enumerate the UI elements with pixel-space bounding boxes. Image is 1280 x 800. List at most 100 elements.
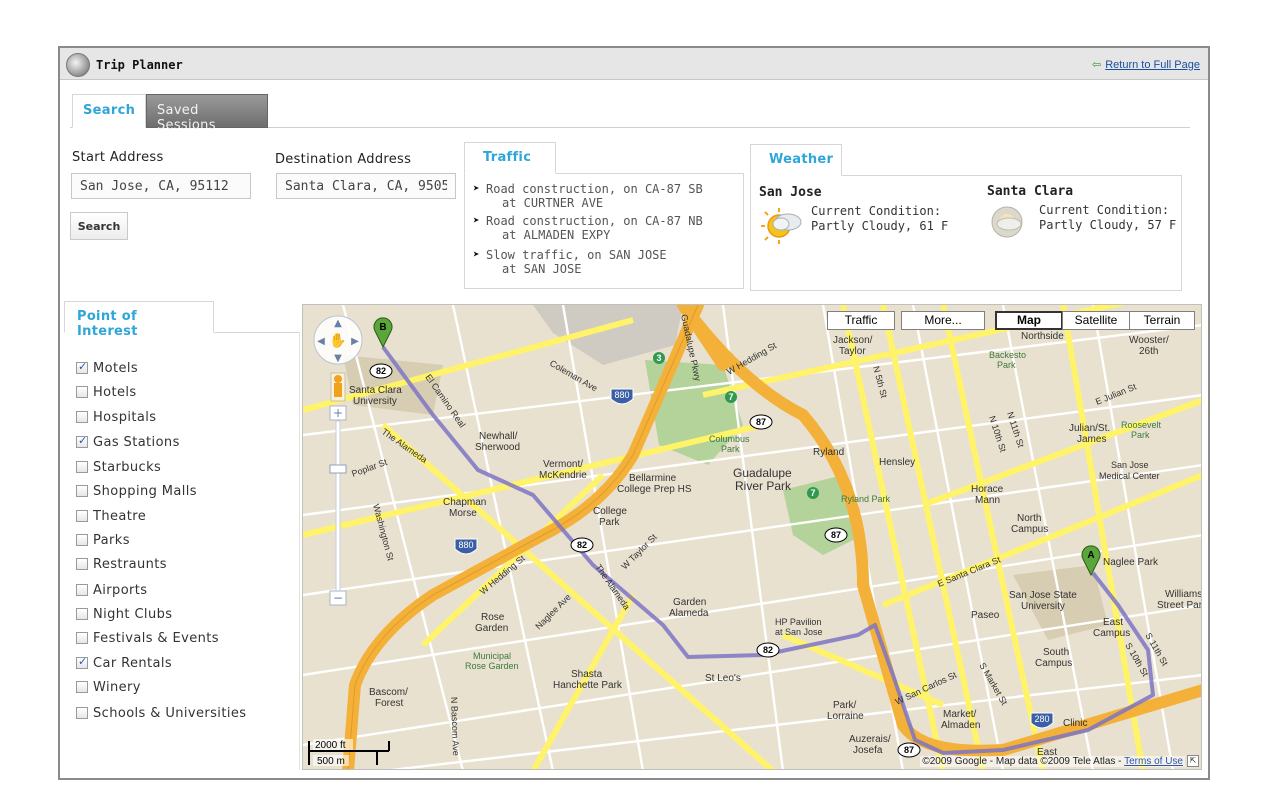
map-traffic-button[interactable]: Traffic	[827, 311, 895, 330]
checkbox[interactable]	[76, 681, 88, 693]
bullet-arrow-icon: ➤	[473, 248, 480, 261]
svg-text:Rose: Rose	[481, 612, 505, 623]
svg-text:College: College	[593, 506, 627, 517]
pan-left-icon: ◀	[317, 336, 325, 347]
map-canvas[interactable]: 880 880 280 82 82 82 87 87 87 7 7 3 Sant…	[303, 305, 1202, 770]
partly-cloudy-icon	[761, 208, 802, 244]
checkbox[interactable]	[76, 461, 88, 473]
svg-text:87: 87	[831, 530, 841, 540]
svg-text:Vermont/: Vermont/	[543, 459, 583, 470]
svg-text:Morse: Morse	[449, 508, 477, 519]
map-view[interactable]: 880 880 280 82 82 82 87 87 87 7 7 3 Sant…	[302, 304, 1202, 770]
pan-down-icon: ▼	[334, 353, 342, 364]
poi-item-gas-stations[interactable]: Gas Stations	[76, 433, 180, 451]
svg-text:McKendrie: McKendrie	[539, 470, 587, 481]
poi-item-shopping-malls[interactable]: Shopping Malls	[76, 482, 197, 500]
svg-text:James: James	[1077, 434, 1106, 445]
map-type-terrain-button[interactable]: Terrain	[1129, 311, 1195, 330]
poi-item-airports[interactable]: Airports	[76, 581, 147, 599]
checkbox[interactable]	[76, 411, 88, 423]
poi-item-restraunts[interactable]: Restraunts	[76, 555, 167, 573]
map-type-map-button[interactable]: Map	[995, 311, 1063, 330]
tab-search[interactable]: Search	[72, 94, 146, 128]
poi-item-parks[interactable]: Parks	[76, 531, 130, 549]
poi-item-theatre[interactable]: Theatre	[76, 507, 146, 525]
poi-item-motels[interactable]: Motels	[76, 359, 138, 377]
poi-item-night-clubs[interactable]: Night Clubs	[76, 605, 172, 623]
checkbox[interactable]	[76, 655, 88, 669]
checkbox[interactable]	[76, 584, 88, 596]
svg-text:7: 7	[728, 392, 733, 402]
svg-text:B: B	[379, 322, 386, 333]
checkbox[interactable]	[76, 485, 88, 497]
poi-item-festivals-events[interactable]: Festivals & Events	[76, 629, 219, 647]
svg-text:Chapman: Chapman	[443, 497, 486, 508]
svg-text:87: 87	[756, 417, 766, 427]
street-view-pegman-icon[interactable]	[330, 372, 346, 402]
svg-text:Campus: Campus	[1011, 524, 1048, 535]
title-bar: Trip Planner ⇦ Return to Full Page	[60, 48, 1208, 80]
checkbox[interactable]	[76, 534, 88, 546]
svg-text:Garden: Garden	[673, 597, 706, 608]
svg-text:Street Park: Street Park	[1157, 600, 1202, 611]
checkbox[interactable]	[76, 434, 88, 448]
svg-text:Hensley: Hensley	[879, 457, 915, 468]
traffic-panel: ➤ Road construction, on CA-87 SB at CURT…	[464, 173, 744, 289]
pan-up-icon: ▲	[334, 318, 342, 329]
checkbox[interactable]	[76, 386, 88, 398]
svg-text:Park: Park	[1131, 430, 1150, 440]
return-to-full-page-link[interactable]: ⇦ Return to Full Page	[1092, 58, 1200, 71]
traffic-item: ➤ Road construction, on CA-87 SB at CURT…	[473, 182, 703, 210]
destination-address-input[interactable]	[276, 173, 456, 199]
checkbox[interactable]	[76, 632, 88, 644]
bullet-arrow-icon: ➤	[473, 182, 480, 195]
svg-text:Campus: Campus	[1035, 658, 1072, 669]
checkbox[interactable]	[76, 510, 88, 522]
svg-text:Almaden: Almaden	[941, 720, 980, 731]
svg-text:Mann: Mann	[975, 495, 1000, 506]
svg-text:Williams: Williams	[1165, 589, 1202, 600]
partly-cloudy-icon	[991, 206, 1023, 238]
svg-text:Julian/St.: Julian/St.	[1069, 423, 1110, 434]
poi-item-schools-universities[interactable]: Schools & Universities	[76, 704, 246, 722]
map-type-satellite-button[interactable]: Satellite	[1062, 311, 1130, 330]
weather-city-san-jose: San Jose	[759, 185, 822, 200]
checkbox[interactable]	[76, 558, 88, 570]
svg-text:Hanchette Park: Hanchette Park	[553, 680, 623, 691]
svg-text:500 m: 500 m	[317, 756, 345, 767]
traffic-item: ➤ Slow traffic, on SAN JOSE at SAN JOSE	[473, 248, 667, 276]
svg-text:880: 880	[614, 390, 629, 400]
svg-text:Park: Park	[721, 444, 740, 454]
svg-text:26th: 26th	[1139, 346, 1158, 357]
overview-map-toggle-icon[interactable]: ⇱	[1187, 755, 1199, 767]
tab-saved-sessions[interactable]: Saved Sessions	[146, 94, 268, 133]
pan-control[interactable]: ✋ ▲ ▼ ◀ ▶	[313, 315, 363, 365]
svg-text:82: 82	[577, 540, 587, 550]
terms-of-use-link[interactable]: Terms of Use	[1124, 756, 1183, 767]
map-more-button[interactable]: More...	[901, 311, 985, 330]
svg-text:Municipal: Municipal	[473, 651, 511, 661]
svg-text:880: 880	[458, 540, 473, 550]
svg-text:280: 280	[1034, 714, 1049, 724]
checkbox[interactable]	[76, 608, 88, 620]
poi-item-hospitals[interactable]: Hospitals	[76, 408, 156, 426]
svg-text:Ryland Park: Ryland Park	[841, 494, 891, 504]
checkbox[interactable]	[76, 707, 88, 719]
back-arrow-icon: ⇦	[1092, 59, 1102, 71]
weather-city-santa-clara: Santa Clara	[987, 184, 1074, 199]
search-button[interactable]: Search	[70, 212, 128, 240]
svg-text:North: North	[1017, 513, 1041, 524]
highway-shield: 880	[454, 538, 478, 555]
poi-item-car-rentals[interactable]: Car Rentals	[76, 654, 172, 672]
poi-panel: Motels Hotels Hospitals Gas Stations Sta…	[64, 332, 300, 770]
start-address-input[interactable]	[71, 173, 251, 199]
checkbox[interactable]	[76, 360, 88, 374]
return-link-label: Return to Full Page	[1105, 59, 1200, 71]
svg-text:College Prep HS: College Prep HS	[617, 484, 692, 495]
svg-text:San Jose State: San Jose State	[1009, 590, 1077, 601]
poi-item-hotels[interactable]: Hotels	[76, 383, 137, 401]
svg-text:Park: Park	[599, 517, 621, 528]
svg-text:Medical Center: Medical Center	[1099, 471, 1160, 481]
poi-item-starbucks[interactable]: Starbucks	[76, 458, 161, 476]
poi-item-winery[interactable]: Winery	[76, 678, 141, 696]
